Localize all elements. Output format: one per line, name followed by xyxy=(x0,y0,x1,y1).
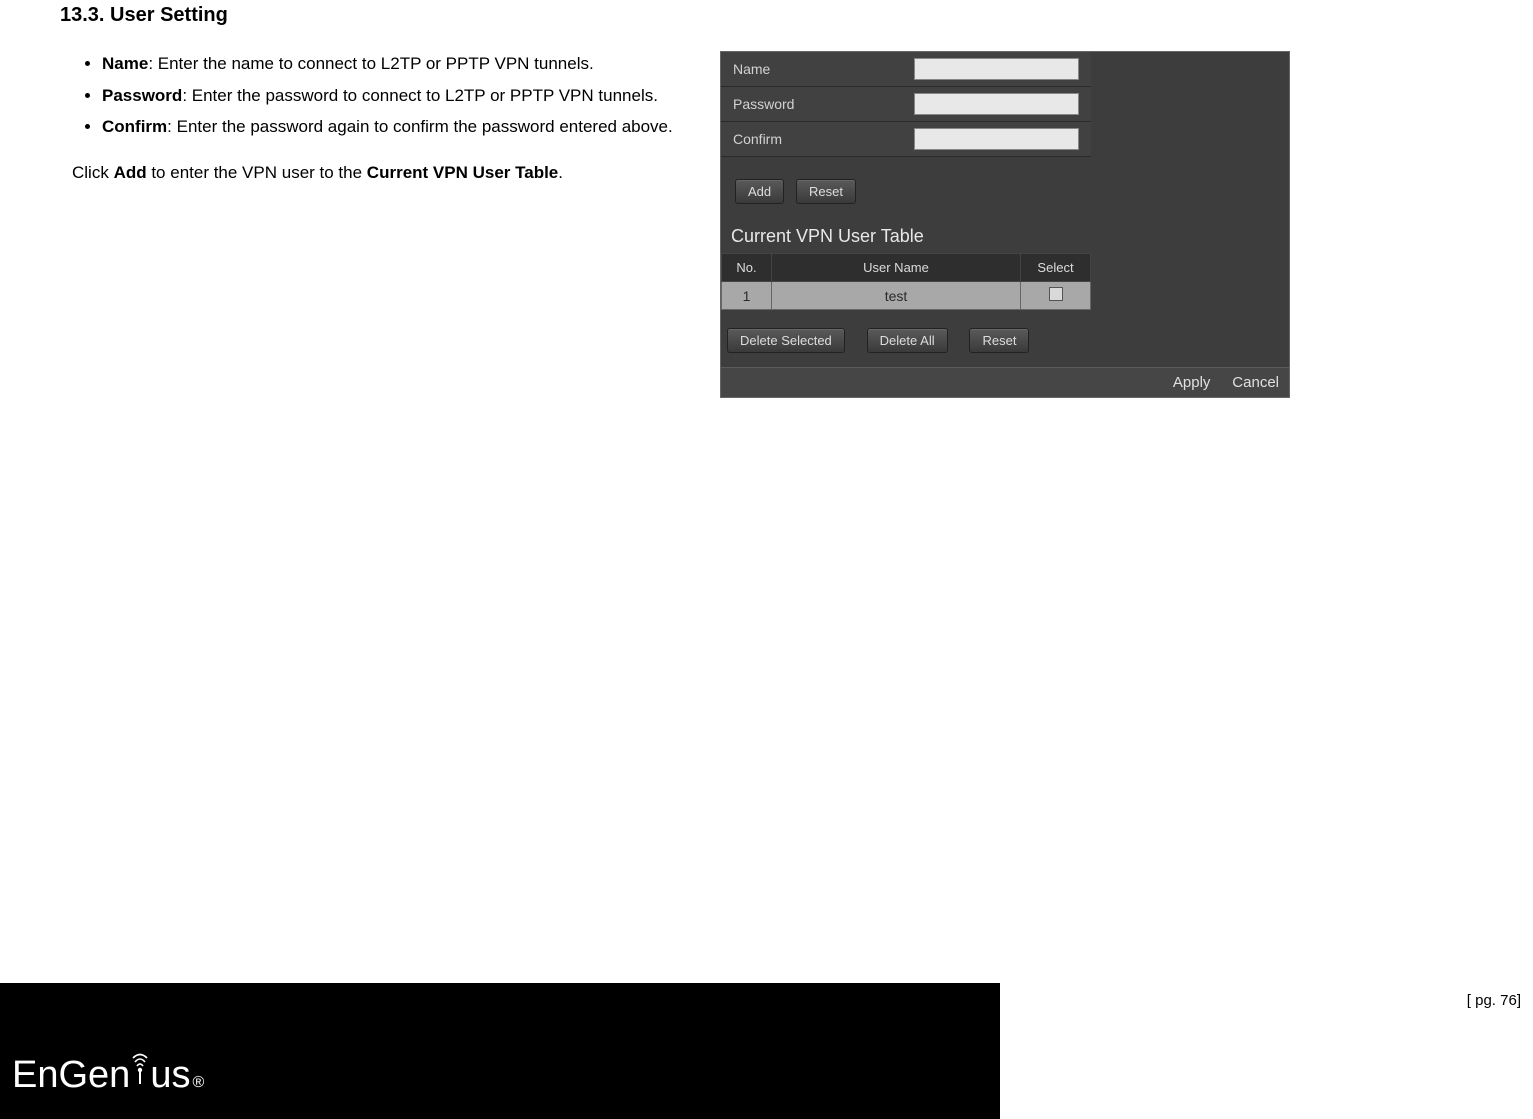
router-settings-panel: Name Password Confirm Add xyxy=(720,51,1290,398)
password-input[interactable] xyxy=(914,93,1079,115)
user-form: Name Password Confirm xyxy=(721,52,1091,157)
confirm-input[interactable] xyxy=(914,128,1079,150)
term-confirm: Confirm xyxy=(102,117,167,136)
registered-icon: ® xyxy=(192,1074,204,1092)
row-select-checkbox[interactable] xyxy=(1049,287,1063,301)
add-button[interactable]: Add xyxy=(735,179,784,204)
password-label: Password xyxy=(721,87,902,122)
term-name: Name xyxy=(102,54,148,73)
field-description-list: Name: Enter the name to connect to L2TP … xyxy=(102,51,720,140)
table-reset-button[interactable]: Reset xyxy=(969,328,1029,353)
delete-selected-button[interactable]: Delete Selected xyxy=(727,328,845,353)
row-username: test xyxy=(772,282,1021,310)
cancel-button[interactable]: Cancel xyxy=(1232,374,1279,391)
engenius-logo: EnGen us® xyxy=(12,1049,204,1097)
section-heading: 13.3. User Setting xyxy=(60,0,1473,27)
user-table-title: Current VPN User Table xyxy=(721,216,1289,253)
delete-all-button[interactable]: Delete All xyxy=(867,328,948,353)
wifi-icon xyxy=(130,1047,150,1085)
desc-confirm: : Enter the password again to confirm th… xyxy=(167,117,673,136)
page-number: [ pg. 76] xyxy=(1467,992,1521,1009)
instruction-text: Click Add to enter the VPN user to the C… xyxy=(72,160,720,186)
col-no-header: No. xyxy=(722,254,772,282)
term-password: Password xyxy=(102,86,182,105)
footer-bar: EnGen us® xyxy=(0,983,1000,1119)
reset-button[interactable]: Reset xyxy=(796,179,856,204)
list-item: Password: Enter the password to connect … xyxy=(102,83,720,109)
list-item: Confirm: Enter the password again to con… xyxy=(102,114,720,140)
col-select-header: Select xyxy=(1021,254,1091,282)
name-input[interactable] xyxy=(914,58,1079,80)
desc-name: : Enter the name to connect to L2TP or P… xyxy=(148,54,593,73)
desc-password: : Enter the password to connect to L2TP … xyxy=(182,86,658,105)
list-item: Name: Enter the name to connect to L2TP … xyxy=(102,51,720,77)
apply-button[interactable]: Apply xyxy=(1173,374,1211,391)
confirm-label: Confirm xyxy=(721,122,902,157)
row-no: 1 xyxy=(722,282,772,310)
col-username-header: User Name xyxy=(772,254,1021,282)
table-row: 1 test xyxy=(722,282,1091,310)
name-label: Name xyxy=(721,52,902,87)
vpn-user-table: No. User Name Select 1 test xyxy=(721,253,1091,310)
